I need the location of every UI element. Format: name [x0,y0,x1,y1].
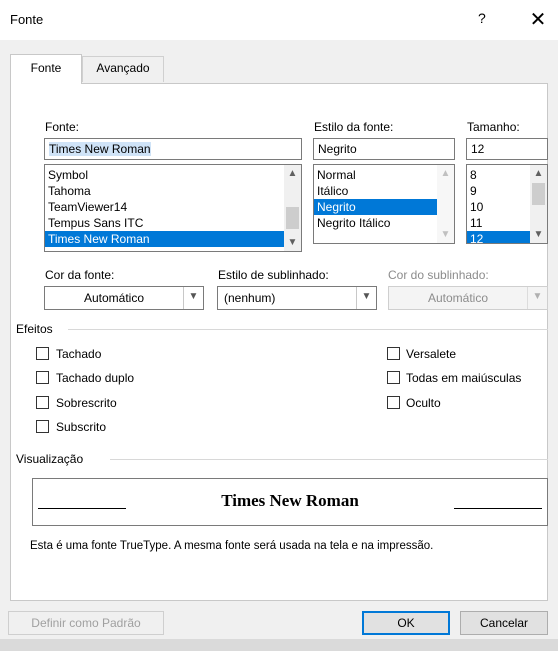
preview-title: Visualização [16,452,84,466]
underline-color-label: Cor do sublinhado: [388,268,489,282]
checkbox-tachado[interactable] [36,347,49,360]
list-item[interactable]: Tempus Sans ITC [45,215,301,231]
tab-fonte[interactable]: Fonte [10,54,82,84]
list-item[interactable]: Itálico [314,183,454,199]
list-item-selected[interactable]: Negrito [314,199,437,215]
font-color-value: Automático [83,291,145,305]
underline-color-value: Automático [427,291,489,305]
chevron-down-icon: ▼ [527,287,547,309]
checkbox-todas-maiusculas[interactable] [387,371,400,384]
font-color-dropdown[interactable]: Automático ▼ [44,286,204,310]
window-bottom-edge [0,639,558,651]
list-item[interactable]: Symbol [45,167,301,183]
font-color-label: Cor da fonte: [45,268,115,282]
list-item[interactable]: Normal [314,167,454,183]
checkbox-label: Todas em maiúsculas [406,371,522,385]
checkbox-tachado-duplo[interactable] [36,371,49,384]
scroll-down-icon[interactable]: ▼ [284,234,301,251]
size-input[interactable]: 12 [466,138,548,160]
checkbox-label: Tachado duplo [56,371,135,385]
font-label: Fonte: [45,120,80,134]
size-list[interactable]: 8 9 10 11 12 ▲ ▼ [466,164,548,244]
size-list-scrollbar[interactable]: ▲ ▼ [530,165,547,243]
list-item[interactable]: Negrito Itálico [314,215,454,231]
tab-avancado[interactable]: Avançado [82,56,164,82]
title-bar: Fonte ? ✕ [0,0,558,40]
font-input-value: Times New Roman [49,142,151,156]
chevron-down-icon[interactable]: ▼ [356,287,376,309]
checkbox-label: Versalete [406,347,457,361]
scroll-thumb[interactable] [532,183,545,205]
effects-title: Efeitos [16,322,53,336]
dialog-title: Fonte [10,12,44,27]
scroll-up-icon[interactable]: ▲ [530,165,547,182]
scroll-down-icon: ▼ [440,229,451,240]
underline-style-label: Estilo de sublinhado: [218,268,329,282]
checkbox-versalete[interactable] [387,347,400,360]
chevron-down-icon[interactable]: ▼ [183,287,203,309]
underline-color-dropdown: Automático ▼ [388,286,548,310]
underline-style-value: (nenhum) [224,291,276,305]
checkbox-oculto[interactable] [387,396,400,409]
style-label: Estilo da fonte: [314,120,394,134]
list-item[interactable]: Tahoma [45,183,301,199]
preview-baseline-right [454,508,542,509]
checkbox-label: Oculto [406,396,441,410]
help-button[interactable]: ? [478,10,486,26]
list-item-selected[interactable]: Times New Roman [45,231,284,247]
scroll-up-icon: ▲ [440,168,451,179]
font-list[interactable]: Symbol Tahoma TeamViewer14 Tempus Sans I… [44,164,302,252]
underline-style-dropdown[interactable]: (nenhum) ▼ [217,286,377,310]
checkbox-sobrescrito[interactable] [36,396,49,409]
ok-button[interactable]: OK [362,611,450,635]
scroll-up-icon[interactable]: ▲ [284,165,301,182]
font-input[interactable]: Times New Roman [44,138,302,160]
preview-box: Times New Roman [32,478,548,526]
style-list[interactable]: Normal Itálico Negrito Negrito Itálico ▲… [313,164,455,244]
list-item-selected[interactable]: 12 [467,231,530,243]
tab-fonte-label: Fonte [30,61,62,75]
scroll-thumb[interactable] [286,207,299,229]
checkbox-subscrito[interactable] [36,420,49,433]
preview-note: Esta é uma fonte TrueType. A mesma fonte… [30,540,434,552]
effects-divider [68,329,548,330]
preview-divider [110,459,548,460]
checkbox-label: Tachado [56,347,102,361]
font-list-scrollbar[interactable]: ▲ ▼ [284,165,301,251]
tab-avancado-label: Avançado [96,61,150,75]
size-input-value: 12 [471,142,485,156]
checkbox-label: Subscrito [56,420,107,434]
list-item[interactable]: TeamViewer14 [45,199,301,215]
style-input-value: Negrito [318,142,357,156]
scroll-down-icon[interactable]: ▼ [530,226,547,243]
set-default-button[interactable]: Definir como Padrão [8,611,164,635]
close-icon[interactable]: ✕ [520,5,556,35]
size-label: Tamanho: [467,120,520,134]
checkbox-label: Sobrescrito [56,396,117,410]
style-list-scrollbar: ▲ ▼ [437,165,454,243]
style-input[interactable]: Negrito [313,138,455,160]
cancel-button[interactable]: Cancelar [460,611,548,635]
